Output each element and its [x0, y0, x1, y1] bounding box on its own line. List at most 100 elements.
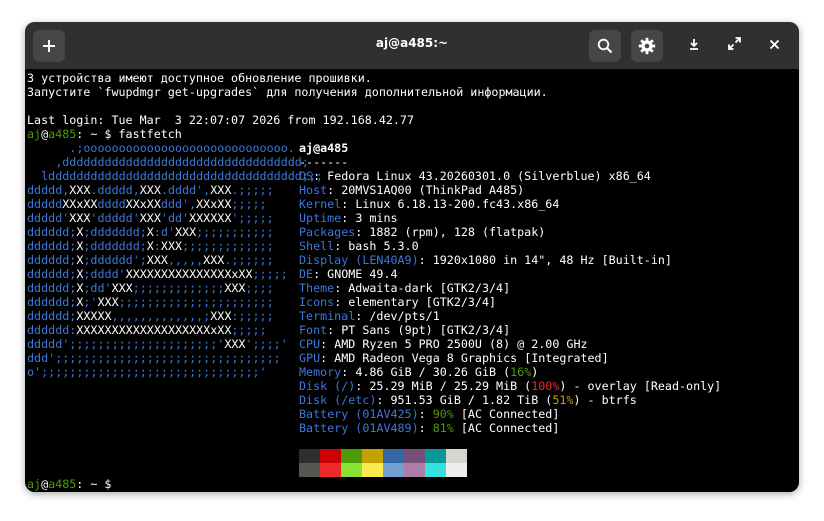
terminal-area[interactable]: 3 устройства имеют доступное обновление … — [27, 69, 797, 492]
logo-line: dddddd;X;ddddddd;X:d'XXX;;;;;;;;;;; — [27, 225, 274, 239]
info-colon: : — [341, 365, 356, 379]
prompt-path: : ~ $ — [76, 477, 112, 491]
logo-line: ldddddddddddddddddddddddddddddddddddd;;; — [41, 169, 323, 183]
color-swatch — [320, 449, 341, 463]
info-row-disk-etc: Disk (/etc): 951.53 GiB / 1.82 TiB (51%)… — [299, 393, 637, 407]
color-swatch — [425, 449, 446, 463]
color-swatch — [299, 463, 320, 477]
info-user-host: aj@a485 — [299, 141, 349, 155]
info-colon: : — [355, 225, 370, 239]
info-colon: : — [376, 393, 391, 407]
color-swatch — [446, 463, 467, 477]
maximize-button[interactable] — [719, 30, 749, 62]
color-swatch — [362, 449, 383, 463]
main-menu-button[interactable] — [631, 30, 663, 62]
info-value-suffix: [AC Connected] — [453, 421, 560, 435]
info-colon: : — [341, 211, 356, 225]
info-key: Terminal — [299, 309, 356, 323]
info-row-icons: Icons: elementary [GTK2/3/4] — [299, 295, 496, 309]
info-colon: : — [320, 337, 335, 351]
info-row-font: Font: PT Sans (9pt) [GTK2/3/4] — [299, 323, 510, 337]
info-row-host: Host: 20MVS1AQ00 (ThinkPad A485) — [299, 183, 524, 197]
logo-line: ddddd'XXX'ddddd'XXX'dd'XXXXXX';;;;; — [27, 211, 274, 225]
prompt-host: a485 — [48, 477, 77, 491]
logo-line: dddddd:XXXXXXXXXXXXXXXXXXXxXX;;;;; — [27, 323, 267, 337]
info-key: Battery (01AV425) — [299, 407, 419, 421]
header-bar: aj@a485:~ — [25, 22, 799, 70]
info-key: Disk (/etc) — [299, 393, 377, 407]
info-value: elementary [GTK2/3/4] — [348, 295, 497, 309]
info-key: GPU — [299, 351, 321, 365]
minimize-icon — [688, 37, 700, 55]
info-value: bash 5.3.0 — [348, 239, 419, 253]
prompt-user: aj — [27, 127, 42, 141]
logo-line: ,dddddddddddddddddddddddddddddddddd; — [55, 155, 309, 169]
info-value-suffix: ) - btrfs — [573, 393, 637, 407]
info-row-shell: Shell: bash 5.3.0 — [299, 239, 419, 253]
info-value: Fedora Linux 43.20260301.0 (Silverblue) … — [327, 169, 651, 183]
final-prompt-line[interactable]: aj@a485: ~ $ — [27, 477, 111, 491]
info-colon: : — [355, 309, 370, 323]
info-key: Host — [299, 183, 328, 197]
info-key: Battery (01AV489) — [299, 421, 419, 435]
info-colon: : — [313, 169, 328, 183]
close-button[interactable] — [759, 30, 789, 62]
info-value: 951.53 GiB / 1.82 TiB ( — [390, 393, 553, 407]
info-row-de: DE: GNOME 49.4 — [299, 267, 398, 281]
logo-line: dddddd;X;dddd'XXXXXXXXXXXXXXXxXX;;;;; — [27, 267, 288, 281]
info-key: OS — [299, 169, 314, 183]
info-row-gpu: GPU: AMD Radeon Vega 8 Graphics [Integra… — [299, 351, 609, 365]
prompt-command: fastfetch — [118, 127, 182, 141]
info-key: Uptime — [299, 211, 342, 225]
terminal-window: aj@a485:~ 3 устройства имеют доступное о… — [25, 22, 799, 492]
logo-line: dddddd;X;dddddd';XXX,,,,,XXX.;;;;;; — [27, 253, 274, 267]
color-swatch — [383, 449, 404, 463]
color-swatch — [446, 449, 467, 463]
info-percent: 16% — [510, 365, 532, 379]
info-value: 1882 (rpm), 128 (flatpak) — [369, 225, 546, 239]
logo-line: ddd';;;;;;;;;;;;;;;;;;;;;;;;;;;;;;;; — [27, 351, 281, 365]
info-colon: : — [327, 183, 342, 197]
info-row-disk-root: Disk (/): 25.29 MiB / 25.29 MiB (100%) -… — [299, 379, 721, 393]
info-row-terminal: Terminal: /dev/pts/1 — [299, 309, 440, 323]
info-key: CPU — [299, 337, 321, 351]
info-row-display: Display (LEN40A9): 1920x1080 in 14", 48 … — [299, 253, 672, 267]
color-swatch — [404, 463, 425, 477]
info-percent: 81% — [432, 421, 454, 435]
color-swatch — [341, 463, 362, 477]
info-percent: 51% — [552, 393, 574, 407]
info-value: 25.29 MiB / 25.29 MiB ( — [369, 379, 532, 393]
info-value-suffix: ) - overlay [Read-only] — [559, 379, 722, 393]
logo-line: dddddd;XXXXX,,,,,,,,,,,,,;XXX:;;;;; — [27, 309, 274, 323]
info-key: Packages — [299, 225, 356, 239]
info-key: Theme — [299, 281, 335, 295]
info-colon: : — [418, 407, 433, 421]
info-value: 1920x1080 in 14", 48 Hz [Built-in] — [432, 253, 672, 267]
prompt-line: aj@a485: ~ $ fastfetch — [27, 127, 182, 141]
gear-icon — [638, 37, 656, 55]
info-value: 3 mins — [355, 211, 398, 225]
info-key: Disk (/) — [299, 379, 356, 393]
info-colon: : — [320, 351, 335, 365]
logo-line: dddddXXxXXddddXXxXXddd',XXxXX;;;;; — [27, 197, 267, 211]
info-row-battery-1: Battery (01AV425): 90% [AC Connected] — [299, 407, 559, 421]
prompt-host: a485 — [48, 127, 77, 141]
color-swatch — [299, 449, 320, 463]
info-colon: : — [334, 239, 349, 253]
info-colon: : — [418, 253, 433, 267]
info-row-cpu: CPU: AMD Ryzen 5 PRO 2500U (8) @ 2.00 GH… — [299, 337, 588, 351]
info-colon: : — [334, 295, 349, 309]
info-separator: ------- — [299, 155, 349, 169]
info-value: AMD Ryzen 5 PRO 2500U (8) @ 2.00 GHz — [334, 337, 588, 351]
info-colon: : — [327, 323, 342, 337]
color-palette-bottom — [299, 463, 467, 477]
firmware-hint-line: Запустите `fwupdmgr get-upgrades` для по… — [27, 85, 548, 99]
last-login-line: Last login: Tue Mar 3 22:07:07 2026 from… — [27, 113, 415, 127]
info-row-uptime: Uptime: 3 mins — [299, 211, 398, 225]
search-button[interactable] — [589, 30, 621, 62]
logo-line: ddddd';;;;;;;;;;;;;;;;;;;;;'XXX';;;;' — [27, 337, 288, 351]
info-row-kernel: Kernel: Linux 6.18.13-200.fc43.x86_64 — [299, 197, 559, 211]
minimize-button[interactable] — [679, 30, 709, 62]
info-value: Linux 6.18.13-200.fc43.x86_64 — [355, 197, 560, 211]
color-swatch — [383, 463, 404, 477]
